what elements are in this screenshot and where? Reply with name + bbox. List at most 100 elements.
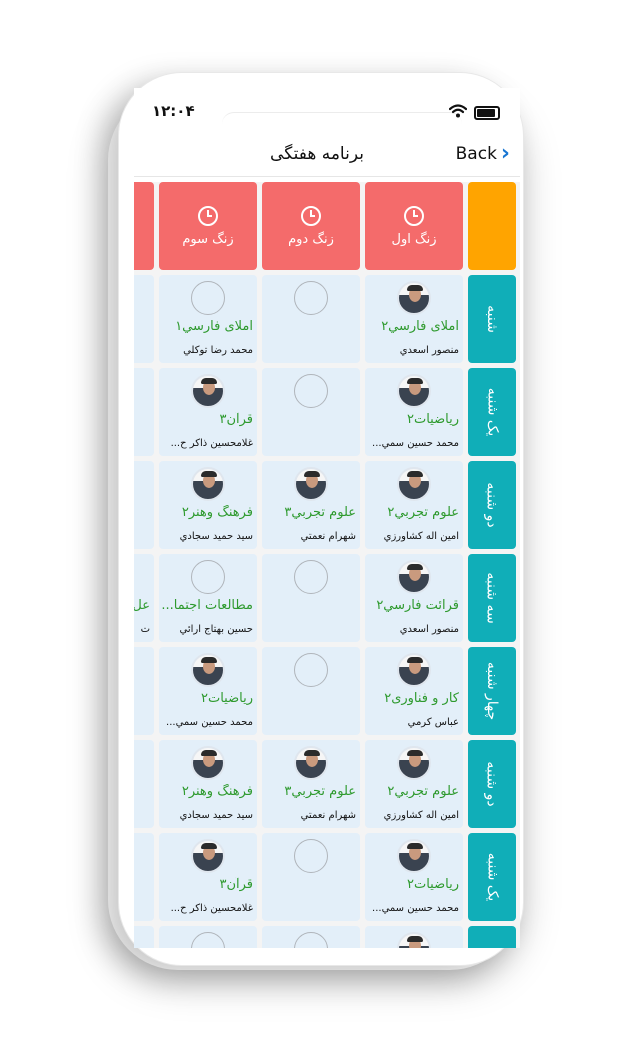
teacher-avatar (294, 746, 328, 780)
clock-icon (301, 205, 321, 226)
schedule-slot[interactable] (134, 926, 154, 948)
schedule-slot[interactable]: فرهنگ وهنر۲ سيد حميد سجادي (159, 461, 257, 549)
empty-avatar-icon (294, 653, 328, 687)
subject-name: علوم تجربي۲ (387, 784, 459, 799)
subject-name: رياضيات۲ (200, 691, 253, 706)
teacher-name: شهرام نعمتي (300, 810, 356, 821)
schedule-slot[interactable]: قرآن۳ غلامحسين ذاكر ح... (159, 833, 257, 921)
teacher-avatar (397, 653, 431, 687)
empty-avatar-icon (294, 560, 328, 594)
subject-name: علوم تجربي۳ (284, 505, 356, 520)
day-cell: چهار شنبه (468, 647, 516, 735)
schedule-slot[interactable] (134, 647, 154, 735)
schedule-slot[interactable] (262, 926, 360, 948)
status-time: ۱۲:۰۴ (152, 102, 195, 120)
back-label: Back (455, 144, 497, 164)
teacher-name: غلامحسين ذاكر ح... (170, 438, 253, 449)
empty-avatar-icon (294, 932, 328, 948)
teacher-avatar (397, 932, 431, 948)
day-cell: یک شنبه (468, 368, 516, 456)
schedule-slot[interactable]: عل ت (134, 554, 154, 642)
schedule-slot[interactable]: فرهنگ وهنر۲ سيد حميد سجادي (159, 740, 257, 828)
schedule-slot[interactable]: كار و فناوری۲ عباس كرمي (365, 647, 463, 735)
teacher-name: سيد حميد سجادي (179, 531, 253, 542)
schedule-slot[interactable] (134, 461, 154, 549)
schedule-slot[interactable]: علوم تجربي۳ شهرام نعمتي (262, 740, 360, 828)
subject-name: علوم تجربي۳ (284, 784, 356, 799)
subject-name: املای فارسي۱ (175, 319, 253, 334)
schedule-slot[interactable]: رياضيات۲ محمد حسين سمي... (365, 833, 463, 921)
notch (222, 112, 462, 125)
day-cell (468, 926, 516, 948)
schedule-slot[interactable]: رياضيات۲ محمد حسين سمي... (159, 647, 257, 735)
teacher-avatar (397, 560, 431, 594)
clock-icon (404, 205, 424, 226)
schedule-slot[interactable]: املای فارسي۲ منصور اسعدي (365, 275, 463, 363)
period-label: زنگ اول (391, 231, 437, 247)
period-label: زنگ سوم (182, 231, 234, 247)
day-label: چهار شنبه (484, 661, 500, 721)
app-screen: ۱۲:۰۴ برنامه هفتگی Back › زنگ اول زنگ دوم… (134, 88, 520, 948)
schedule-slot[interactable] (262, 275, 360, 363)
subject-name: عل (134, 598, 150, 613)
day-cell: شنبه (468, 275, 516, 363)
teacher-name: امين اله كشاورزي (383, 810, 459, 821)
day-label: دو شنبه (483, 761, 500, 807)
teacher-avatar (294, 467, 328, 501)
empty-avatar-icon (191, 932, 225, 948)
subject-name: قرائت فارسي۲ (376, 598, 459, 613)
schedule-slot[interactable]: املای فارسي۱ محمد رضا توكلي (159, 275, 257, 363)
schedule-slot[interactable] (159, 926, 257, 948)
teacher-name: محمد حسين سمي... (372, 903, 459, 914)
subject-name: رياضيات۲ (406, 412, 459, 427)
teacher-avatar (191, 467, 225, 501)
day-cell: یک شنبه (468, 833, 516, 921)
subject-name: قرآن۳ (219, 412, 253, 427)
schedule-slot[interactable]: علوم تجربي۲ امين اله كشاورزي (365, 740, 463, 828)
day-label: یک شنبه (484, 387, 500, 437)
period-header (134, 182, 154, 270)
schedule-slot[interactable] (134, 740, 154, 828)
empty-avatar-icon (294, 374, 328, 408)
teacher-name: غلامحسين ذاكر ح... (170, 903, 253, 914)
teacher-avatar (397, 839, 431, 873)
period-label: زنگ دوم (288, 231, 334, 247)
schedule-slot[interactable] (262, 833, 360, 921)
empty-avatar-icon (191, 560, 225, 594)
teacher-name: حسين بهتاج آرائي (179, 624, 253, 635)
teacher-avatar (397, 746, 431, 780)
period-header: زنگ دوم (262, 182, 360, 270)
corner-cell (468, 182, 516, 270)
schedule-slot[interactable] (134, 368, 154, 456)
day-label: دو شنبه (483, 482, 500, 528)
nav-bar: برنامه هفتگی Back › (134, 138, 520, 177)
clock-icon (198, 205, 218, 226)
schedule-slot[interactable] (262, 368, 360, 456)
schedule-slot[interactable]: قرائت فارسي۲ منصور اسعدي (365, 554, 463, 642)
teacher-name: ت (140, 624, 150, 635)
subject-name: فرهنگ وهنر۲ (181, 784, 253, 799)
schedule-slot[interactable]: علوم تجربي۲ امين اله كشاورزي (365, 461, 463, 549)
schedule-slot[interactable] (134, 275, 154, 363)
schedule-slot[interactable] (134, 833, 154, 921)
teacher-avatar (397, 467, 431, 501)
day-label: یک شنبه (484, 852, 500, 902)
schedule-slot[interactable] (262, 647, 360, 735)
schedule-slot[interactable] (365, 926, 463, 948)
weekly-schedule-grid[interactable]: زنگ اول زنگ دوم زنگ سوم شنبه یک شنبه دو شنبه س… (134, 182, 520, 948)
schedule-slot[interactable]: مطالعات اجتما... حسين بهتاج آرائي (159, 554, 257, 642)
schedule-slot[interactable]: علوم تجربي۳ شهرام نعمتي (262, 461, 360, 549)
schedule-slot[interactable]: قرآن۳ غلامحسين ذاكر ح... (159, 368, 257, 456)
teacher-name: منصور اسعدي (399, 345, 459, 356)
day-cell: دو شنبه (468, 461, 516, 549)
schedule-slot[interactable]: رياضيات۲ محمد حسين سمي... (365, 368, 463, 456)
wifi-icon (449, 104, 467, 118)
subject-name: كار و فناوری۲ (384, 691, 459, 706)
empty-avatar-icon (191, 281, 225, 315)
subject-name: فرهنگ وهنر۲ (181, 505, 253, 520)
teacher-name: عباس كرمي (407, 717, 459, 728)
teacher-name: محمد رضا توكلي (183, 345, 253, 356)
chevron-right-icon: › (500, 141, 510, 166)
back-button[interactable]: Back › (456, 143, 510, 165)
schedule-slot[interactable] (262, 554, 360, 642)
